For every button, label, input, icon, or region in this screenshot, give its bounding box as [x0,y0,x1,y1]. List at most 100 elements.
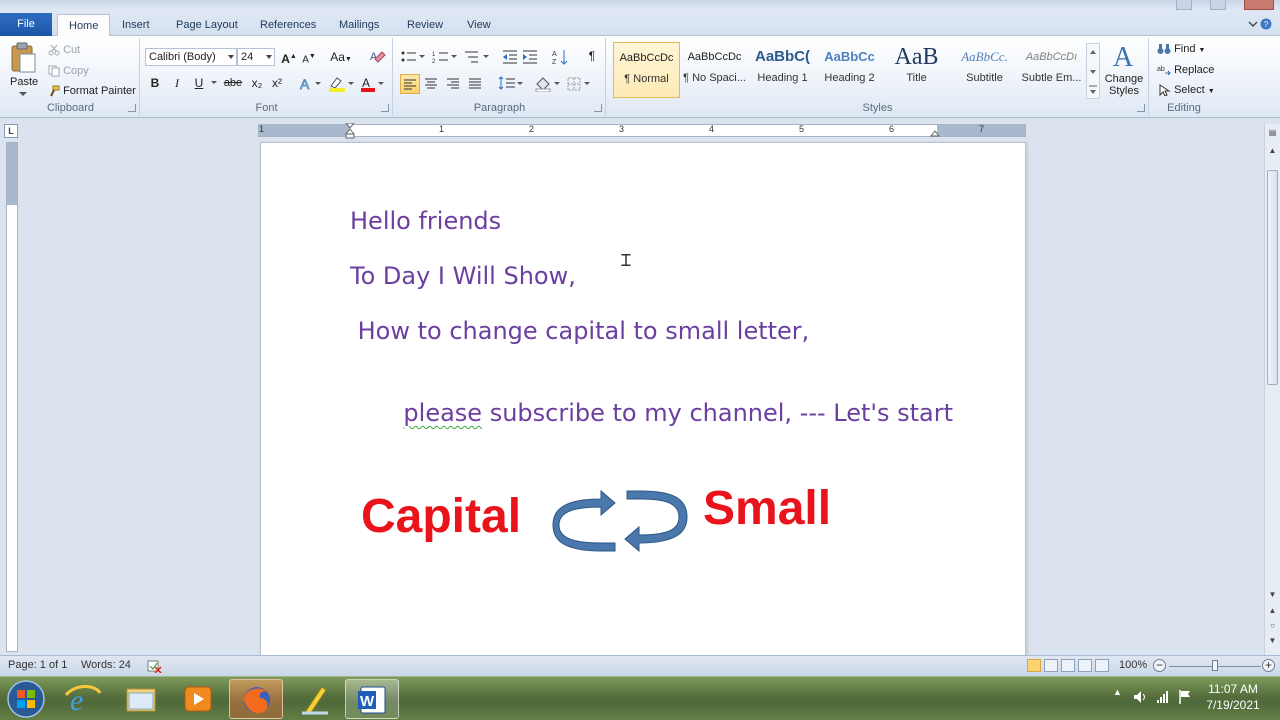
select-button[interactable]: Select ▼ [1157,84,1215,97]
font-color-icon[interactable]: A [359,76,387,92]
show-formatting-button[interactable]: ¶ [582,46,602,66]
decrease-indent-icon[interactable] [502,50,518,64]
swap-arrows-icon[interactable] [551,479,691,553]
tab-insert[interactable]: Insert [111,14,161,36]
tab-file[interactable]: File [0,13,52,36]
italic-button[interactable]: I [167,73,187,93]
borders-icon[interactable] [566,76,594,92]
indent-markers-icon[interactable] [345,123,355,139]
start-orb-icon[interactable] [6,679,46,719]
scroll-thumb[interactable] [1267,170,1278,385]
cut-button[interactable]: Cut [48,44,80,56]
increase-indent-icon[interactable] [522,50,538,64]
style-heading-1[interactable]: AaBbC( Heading 1 [749,42,816,98]
show-hidden-icons-button[interactable]: ▲ [1113,687,1122,697]
multilevel-list-icon[interactable] [464,50,490,64]
bold-button[interactable]: B [145,73,165,93]
document-area[interactable]: Hello friends To Day I Will Show, How to… [20,140,1264,655]
text-effects-icon[interactable]: A [299,76,323,92]
clear-formatting-icon[interactable]: A [369,49,387,65]
find-button[interactable]: Find ▼ [1157,43,1205,55]
tab-review[interactable]: Review [396,14,454,36]
horizontal-ruler[interactable]: 1 1 2 3 4 5 6 7 [258,123,1026,139]
minimize-button[interactable] [1176,0,1192,10]
right-indent-marker-icon[interactable] [930,127,940,137]
format-painter-button[interactable]: Format Painter [48,85,136,97]
font-dialog-launcher[interactable] [381,104,389,112]
scroll-down-button[interactable]: ▼ [1267,590,1278,602]
taskbar-paint-tool[interactable] [288,679,342,719]
tab-mailings[interactable]: Mailings [328,14,390,36]
subscript-button[interactable]: x₂ [247,73,267,93]
system-clock[interactable]: 11:07 AM 7/19/2021 [1196,681,1270,713]
justify-icon[interactable] [468,78,482,90]
zoom-slider-thumb[interactable] [1212,660,1218,671]
tab-view[interactable]: View [456,14,502,36]
close-window-button[interactable] [1244,0,1274,10]
proofing-errors-icon[interactable] [146,659,162,673]
doc-line-3[interactable]: How to change capital to small letter, [350,317,810,345]
zoom-level[interactable]: 100% [1119,659,1147,671]
ribbon-minimize-help-icon[interactable]: ? [1246,16,1272,32]
tab-selector[interactable]: L [4,124,18,138]
strikethrough-button[interactable]: abe [221,73,245,93]
bullets-icon[interactable] [400,50,426,64]
style-subtitle[interactable]: AaBbCc. Subtitle [951,42,1018,98]
browse-object-button[interactable]: ○ [1267,621,1278,633]
style-title[interactable]: AaB Title [883,42,950,98]
vertical-ruler[interactable] [6,142,18,652]
scroll-up-button[interactable]: ▲ [1267,146,1278,158]
volume-icon[interactable] [1132,689,1148,705]
document-page[interactable]: Hello friends To Day I Will Show, How to… [260,142,1026,655]
taskbar-microsoft-word[interactable]: W [345,679,399,719]
replace-button[interactable]: ab Replace [1157,64,1214,76]
taskbar-firefox[interactable] [229,679,283,719]
paste-button[interactable]: Paste [6,40,40,100]
sort-icon[interactable]: AZ [552,48,568,66]
page-count[interactable]: Page: 1 of 1 [8,659,67,671]
print-layout-view-button[interactable] [1027,659,1041,672]
vertical-scrollbar[interactable]: ▤ ▲ ▼ ▲ ○ ▼ [1264,124,1280,655]
copy-button[interactable]: Copy [48,65,89,77]
ruler-toggle-icon[interactable]: ▤ [1267,128,1278,140]
styles-dialog-launcher[interactable] [1137,104,1145,112]
taskbar-media-player[interactable] [171,679,225,719]
paragraph-dialog-launcher[interactable] [594,104,602,112]
styles-gallery-scroll[interactable] [1086,43,1100,99]
highlight-color-icon[interactable] [327,76,355,92]
draft-view-button[interactable] [1095,659,1109,672]
shading-icon[interactable] [534,76,562,92]
line-spacing-icon[interactable] [498,76,524,92]
numbering-icon[interactable]: 12 [432,50,458,64]
align-right-icon[interactable] [446,78,460,90]
zoom-in-button[interactable]: + [1262,659,1275,672]
font-size-combo[interactable]: 24 [237,48,275,66]
align-center-icon[interactable] [424,78,438,90]
word-count[interactable]: Words: 24 [81,659,131,671]
full-screen-reading-button[interactable] [1044,659,1058,672]
tab-page-layout[interactable]: Page Layout [165,14,249,36]
style-subtle-emphasis[interactable]: AaBbCcDı Subtle Em... [1018,42,1085,98]
zoom-out-button[interactable]: − [1153,659,1166,672]
small-word[interactable]: Small [703,481,831,536]
doc-line-1[interactable]: Hello friends [350,207,501,235]
tab-references[interactable]: References [249,14,327,36]
change-styles-button[interactable]: A Change Styles [1103,40,1145,102]
grow-font-button[interactable]: A▲ [279,47,299,67]
tab-home[interactable]: Home [57,14,111,37]
font-name-combo[interactable]: Calibri (Body) [145,48,237,66]
outline-view-button[interactable] [1078,659,1092,672]
underline-dropdown-icon[interactable] [211,81,217,85]
style-normal[interactable]: AaBbCcDc ¶ Normal [613,42,680,98]
action-center-flag-icon[interactable] [1177,689,1193,705]
spelling-flagged-word[interactable]: please [403,399,482,427]
capital-word[interactable]: Capital [361,489,521,544]
maximize-button[interactable] [1210,0,1226,10]
previous-page-button[interactable]: ▲ [1267,606,1278,618]
doc-line-2[interactable]: To Day I Will Show, [350,262,576,290]
superscript-button[interactable]: x² [267,73,287,93]
shrink-font-button[interactable]: A▼ [299,47,319,67]
network-signal-icon[interactable] [1155,689,1171,705]
taskbar-file-explorer[interactable] [114,679,168,719]
doc-line-4[interactable]: please subscribe to my channel, --- Let'… [350,371,953,455]
